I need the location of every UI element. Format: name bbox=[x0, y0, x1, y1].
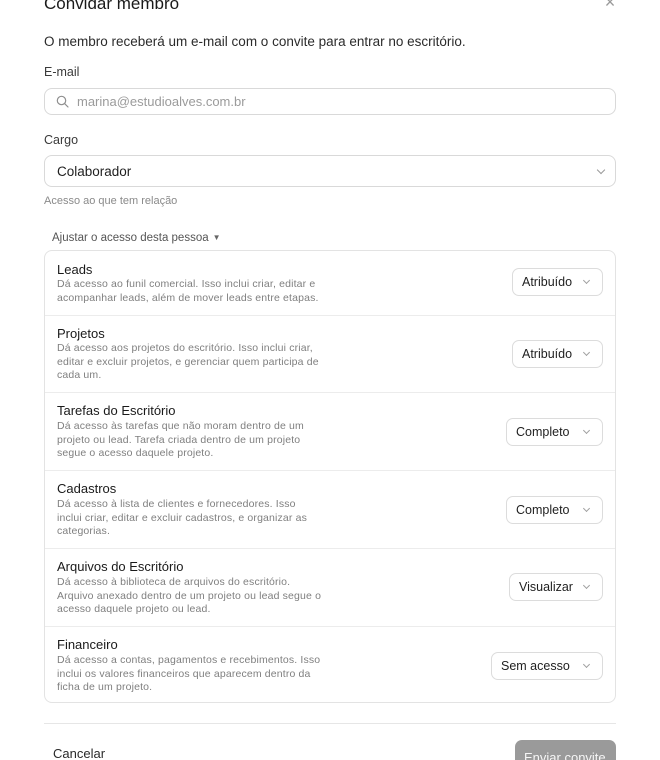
chevron-down-icon bbox=[582, 660, 591, 669]
permission-row-leads: Leads Dá acesso ao funil comercial. Isso… bbox=[45, 251, 615, 315]
access-level-value: Atribuído bbox=[522, 275, 573, 289]
footer-divider bbox=[44, 723, 616, 724]
desc-line: segue o acesso daquele projeto. bbox=[57, 447, 214, 460]
chevron-down-icon bbox=[582, 426, 591, 435]
close-icon[interactable]: × bbox=[600, 0, 620, 11]
email-label: E-mail bbox=[44, 65, 80, 79]
permission-name: Financeiro bbox=[57, 637, 118, 652]
desc-line: cada um. bbox=[57, 369, 102, 382]
role-select[interactable]: Colaborador bbox=[44, 155, 616, 187]
cancel-button[interactable]: Cancelar bbox=[53, 746, 105, 760]
permission-name: Cadastros bbox=[57, 481, 117, 496]
desc-line: Dá acesso às tarefas que não moram dentr… bbox=[57, 420, 304, 432]
permissions-list: Leads Dá acesso ao funil comercial. Isso… bbox=[44, 250, 616, 703]
desc-line: acompanhar leads, além de mover leads en… bbox=[57, 291, 319, 304]
desc-line: editar e excluir projetos, e gerenciar q… bbox=[57, 355, 319, 368]
permission-row-arquivos: Arquivos do Escritório Dá acesso à bibli… bbox=[45, 548, 615, 626]
desc-line: Dá acesso à lista de clientes e forneced… bbox=[57, 498, 296, 510]
access-level-select-financeiro[interactable]: Sem acesso bbox=[491, 652, 603, 680]
chevron-down-icon bbox=[582, 348, 591, 357]
permission-description: Dá acesso a contas, pagamentos e recebim… bbox=[57, 654, 367, 695]
adjust-access-toggle[interactable]: Ajustar o acesso desta pessoa ▼ bbox=[52, 231, 221, 246]
desc-line: inclui os valores financeiros que aparec… bbox=[57, 667, 311, 680]
permission-name: Arquivos do Escritório bbox=[57, 559, 184, 574]
permission-description: Dá acesso aos projetos do escritório. Is… bbox=[57, 342, 367, 383]
email-input[interactable] bbox=[77, 91, 597, 112]
chevron-down-icon bbox=[596, 165, 606, 175]
permission-name: Tarefas do Escritório bbox=[57, 403, 176, 418]
permission-row-projetos: Projetos Dá acesso aos projetos do escri… bbox=[45, 315, 615, 392]
access-level-value: Visualizar bbox=[519, 580, 573, 594]
access-level-select-leads[interactable]: Atribuído bbox=[512, 268, 603, 296]
chevron-down-icon bbox=[582, 504, 591, 513]
access-level-value: Atribuído bbox=[522, 347, 573, 361]
modal-description: O membro receberá um e-mail com o convit… bbox=[44, 34, 466, 49]
search-icon bbox=[56, 95, 69, 108]
desc-line: inclui criar, editar e excluir cadastros… bbox=[57, 511, 308, 524]
desc-line: categorias. bbox=[57, 525, 111, 538]
chevron-down-icon bbox=[582, 276, 591, 285]
desc-line: Dá acesso ao funil comercial. Isso inclu… bbox=[57, 278, 316, 290]
permission-description: Dá acesso à lista de clientes e forneced… bbox=[57, 498, 367, 539]
permission-row-tarefas: Tarefas do Escritório Dá acesso às taref… bbox=[45, 392, 615, 470]
send-invite-button[interactable]: Enviar convite bbox=[515, 740, 616, 760]
permission-name: Projetos bbox=[57, 326, 105, 341]
role-label: Cargo bbox=[44, 133, 79, 147]
adjust-access-label: Ajustar o acesso desta pessoa bbox=[52, 232, 209, 244]
caret-down-icon: ▼ bbox=[212, 233, 221, 242]
role-select-value: Colaborador bbox=[57, 164, 132, 179]
modal-title: Convidar membro bbox=[44, 0, 180, 13]
permission-description: Dá acesso à biblioteca de arquivos do es… bbox=[57, 576, 367, 617]
desc-line: Dá acesso a contas, pagamentos e recebim… bbox=[57, 654, 321, 666]
email-field-container[interactable] bbox=[44, 88, 616, 115]
access-level-value: Completo bbox=[516, 425, 570, 439]
chevron-down-icon bbox=[582, 581, 591, 590]
access-level-select-tarefas[interactable]: Completo bbox=[506, 418, 603, 446]
access-level-select-cadastros[interactable]: Completo bbox=[506, 496, 603, 524]
desc-line: Dá acesso aos projetos do escritório. Is… bbox=[57, 342, 313, 354]
desc-line: Dá acesso à biblioteca de arquivos do es… bbox=[57, 576, 291, 588]
permission-row-cadastros: Cadastros Dá acesso à lista de clientes … bbox=[45, 470, 615, 548]
desc-line: ficha de um projeto. bbox=[57, 681, 153, 694]
access-level-value: Completo bbox=[516, 503, 570, 517]
access-level-value: Sem acesso bbox=[501, 659, 570, 673]
desc-line: Arquivo anexado dentro de um projeto ou … bbox=[57, 589, 322, 602]
desc-line: acesso daquele projeto ou lead. bbox=[57, 603, 211, 616]
permission-row-financeiro: Financeiro Dá acesso a contas, pagamento… bbox=[45, 626, 615, 703]
permission-description: Dá acesso ao funil comercial. Isso inclu… bbox=[57, 278, 367, 305]
permission-name: Leads bbox=[57, 262, 93, 277]
role-hint: Acesso ao que tem relação bbox=[44, 195, 178, 207]
invite-member-modal: Convidar membro × O membro receberá um e… bbox=[0, 0, 660, 760]
access-level-select-arquivos[interactable]: Visualizar bbox=[509, 573, 603, 601]
access-level-select-projetos[interactable]: Atribuído bbox=[512, 340, 603, 368]
permission-description: Dá acesso às tarefas que não moram dentr… bbox=[57, 420, 367, 461]
desc-line: projeto ou lead. Tarefa criada dentro de… bbox=[57, 433, 301, 446]
